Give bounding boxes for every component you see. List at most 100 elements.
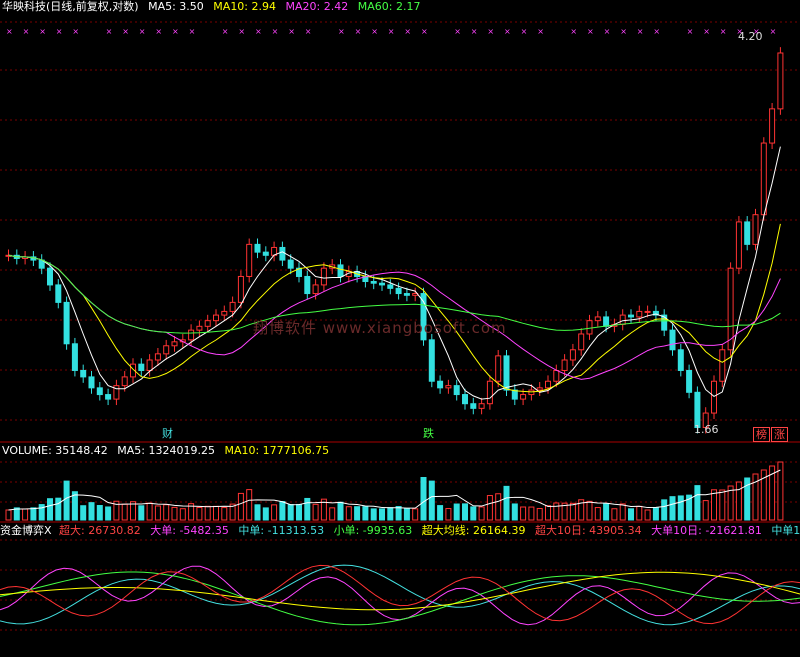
volume-bar (213, 505, 219, 521)
candle-body (462, 394, 468, 405)
candle-body (719, 349, 726, 382)
candle-body (312, 284, 319, 295)
candle-body (47, 267, 53, 286)
marker-x: × (122, 27, 129, 36)
volume-bar (694, 485, 701, 521)
watermark: 翔博软件 www.xiangbosoft.com (253, 319, 507, 337)
volume-bar (138, 505, 145, 521)
candle-body (146, 359, 153, 371)
badge-cai: 财 (162, 427, 173, 440)
marker-x: × (172, 27, 179, 36)
volume-bar (262, 507, 269, 521)
volume-bar (611, 508, 618, 521)
candle-body (478, 403, 485, 409)
volume-bar (503, 485, 510, 521)
volume-bar (362, 506, 369, 521)
candle-body (769, 108, 776, 144)
candle-body (578, 333, 585, 351)
marker-x: × (189, 27, 196, 36)
volume-bar (511, 503, 518, 521)
marker-x: × (6, 27, 13, 36)
candle-body (320, 267, 327, 286)
candle-body (379, 282, 385, 286)
candle-body (470, 403, 477, 409)
candle-body (55, 284, 62, 303)
marker-x: × (222, 27, 229, 36)
marker-x: × (521, 27, 528, 36)
marker-x: × (404, 27, 411, 36)
volume-bar (719, 489, 726, 521)
candle-body (453, 385, 460, 396)
marker-x: × (604, 27, 611, 36)
flow-super-line (0, 564, 800, 625)
candle-body (171, 341, 178, 347)
volume-bar (453, 503, 460, 521)
volume-bar (628, 508, 634, 521)
candle-body (777, 52, 784, 110)
marker-x: × (305, 27, 312, 36)
candle-body (752, 214, 759, 245)
candle-body (644, 310, 651, 313)
volume-bar (735, 481, 742, 521)
candle-body (428, 339, 435, 382)
volume-bar (246, 489, 253, 521)
volume-bar (287, 504, 294, 521)
marker-x: × (338, 27, 345, 36)
volume-bar (88, 502, 95, 521)
volume-bar (420, 477, 427, 521)
candle-body (395, 287, 402, 295)
volume-bar (553, 502, 560, 521)
marker-x: × (637, 27, 644, 36)
candle-body (511, 389, 518, 400)
volume-bar (669, 496, 676, 521)
volume-bar (478, 506, 485, 521)
candle-body (204, 320, 211, 327)
candle-body (229, 301, 236, 312)
candle-body (445, 385, 452, 389)
volume-bar (279, 501, 286, 521)
candle-body (387, 284, 394, 289)
marker-x: × (288, 27, 295, 36)
volume-bar (254, 504, 261, 521)
candle-body (586, 320, 593, 335)
volume-bar (486, 495, 493, 521)
volume-bar (603, 503, 610, 521)
marker-x: × (504, 27, 511, 36)
marker-x: × (487, 27, 494, 36)
candle-body (96, 387, 103, 396)
marker-x: × (720, 27, 727, 36)
marker-x: × (421, 27, 428, 36)
marker-x: × (255, 27, 262, 36)
volume-bar (80, 505, 87, 521)
candle-body (669, 329, 676, 351)
marker-x: × (537, 27, 544, 36)
candle-body (495, 355, 502, 382)
volume-bar (22, 508, 29, 521)
volume-bar (462, 503, 468, 521)
candle-body (503, 355, 510, 391)
candle-body (287, 259, 294, 269)
candle-body (594, 316, 601, 322)
candle-body (760, 142, 767, 216)
volume-bar (395, 506, 402, 521)
volume-bar (171, 506, 178, 521)
marker-x: × (454, 27, 461, 36)
candle-body (677, 349, 684, 371)
volume-bar (528, 506, 535, 521)
candle-body (686, 369, 693, 393)
marker-x: × (39, 27, 46, 36)
volume-bar (105, 506, 112, 521)
volume-bar (337, 501, 344, 521)
low-price-label: 1.66 (694, 423, 719, 436)
candle-body (262, 251, 269, 256)
volume-bar (5, 509, 12, 521)
marker-x: × (371, 27, 378, 36)
volume-bar (520, 506, 527, 521)
volume-bar (55, 497, 62, 521)
volume-bar (121, 503, 128, 521)
volume-bar (304, 497, 311, 521)
marker-x: × (471, 27, 478, 36)
volume-bar (644, 509, 651, 521)
volume-bar (296, 503, 302, 521)
volume-bar (412, 508, 419, 521)
